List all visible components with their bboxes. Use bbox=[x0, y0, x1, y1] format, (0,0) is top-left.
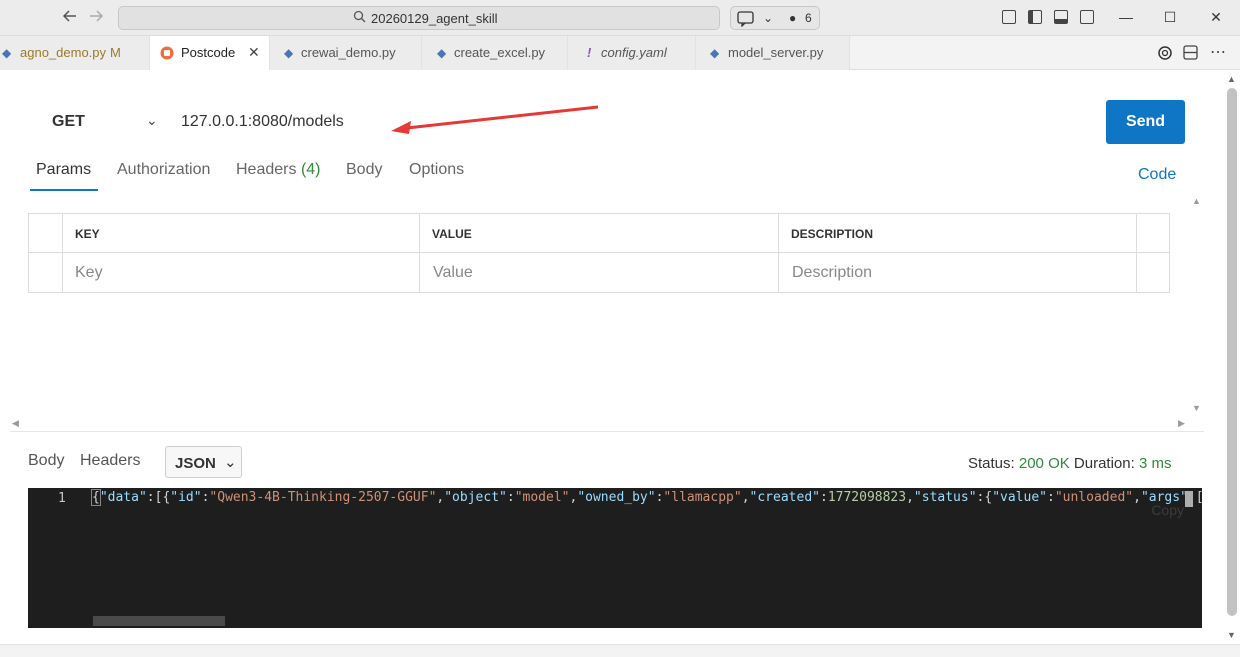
active-tab-indicator bbox=[30, 189, 98, 191]
more-actions-icon[interactable]: ⋯ bbox=[1210, 42, 1226, 62]
scroll-down-icon[interactable]: ▼ bbox=[1227, 630, 1236, 640]
value-input[interactable]: Value bbox=[433, 264, 473, 282]
format-select[interactable]: JSON ⌄ bbox=[165, 446, 242, 478]
arrow-right-icon[interactable] bbox=[86, 8, 106, 28]
status-value: 200 OK bbox=[1018, 455, 1070, 472]
url-input[interactable]: 127.0.0.1:8080/models bbox=[181, 113, 344, 131]
method-select[interactable]: GET bbox=[52, 113, 85, 131]
toggle-sidebar-icon[interactable] bbox=[1028, 10, 1042, 24]
tab-postcode[interactable]: Postcode ✕ bbox=[150, 36, 270, 70]
title-bar: 20260129_agent_skill ⌄ ● 6 — ☐ ✕ bbox=[0, 0, 1240, 36]
notification-count: 6 bbox=[805, 11, 812, 25]
scroll-up-icon[interactable]: ▲ bbox=[1227, 74, 1236, 84]
dot-icon: ● bbox=[789, 11, 797, 25]
minimize-icon[interactable]: — bbox=[1116, 7, 1136, 27]
response-editor[interactable]: 1 {"data":[{"id":"Qwen3-4B-Thinking-2507… bbox=[28, 488, 1202, 628]
code-link[interactable]: Code bbox=[1138, 166, 1176, 184]
search-text: 20260129_agent_skill bbox=[371, 11, 498, 26]
chevron-down-icon: ⌄ bbox=[763, 11, 774, 25]
status-bar bbox=[0, 644, 1240, 657]
python-file-icon: ◆ bbox=[710, 46, 720, 60]
chat-icon bbox=[737, 11, 755, 30]
toggle-panel-icon[interactable] bbox=[1054, 10, 1068, 24]
tab-create-excel[interactable]: ◆ create_excel.py bbox=[422, 36, 568, 70]
python-file-icon: ◆ bbox=[437, 46, 447, 60]
chevron-down-icon[interactable]: ⌄ bbox=[146, 112, 158, 129]
tab-body[interactable]: Body bbox=[346, 161, 382, 179]
response-tab-body[interactable]: Body bbox=[28, 452, 64, 470]
send-button[interactable]: Send bbox=[1106, 100, 1185, 144]
chevron-down-icon: ⌄ bbox=[224, 454, 237, 471]
toggle-secondary-sidebar-icon[interactable] bbox=[1080, 10, 1094, 24]
editor-tab-bar: ◆ agno_demo.py M Postcode ✕ ◆ crewai_dem… bbox=[0, 36, 1240, 70]
headers-count: (4) bbox=[300, 161, 321, 178]
postcode-icon bbox=[160, 46, 174, 63]
close-tab-icon[interactable]: ✕ bbox=[248, 44, 260, 61]
scroll-right-icon[interactable]: ▶ bbox=[1178, 418, 1185, 429]
tab-params[interactable]: Params bbox=[36, 161, 91, 179]
text-cursor bbox=[1185, 491, 1193, 507]
column-header-key: KEY bbox=[75, 227, 100, 241]
openai-icon[interactable] bbox=[1157, 45, 1173, 64]
close-icon[interactable]: ✕ bbox=[1206, 7, 1226, 27]
description-input[interactable]: Description bbox=[792, 264, 872, 282]
layout-grid-icon[interactable] bbox=[1002, 10, 1016, 24]
vertical-scrollbar[interactable] bbox=[1227, 88, 1237, 616]
params-table: KEY VALUE DESCRIPTION Key Value Descript… bbox=[28, 213, 1170, 293]
scroll-left-icon[interactable]: ◀ bbox=[12, 418, 19, 429]
tab-model-server[interactable]: ◆ model_server.py bbox=[696, 36, 850, 70]
column-header-description: DESCRIPTION bbox=[791, 227, 874, 241]
tab-label: model_server.py bbox=[728, 45, 824, 60]
tab-label: agno_demo.py bbox=[20, 45, 107, 60]
split-editor-icon[interactable] bbox=[1183, 45, 1198, 63]
pane-divider[interactable] bbox=[10, 431, 1204, 432]
tab-label: config.yaml bbox=[601, 45, 667, 60]
tab-agno-demo[interactable]: ◆ agno_demo.py M bbox=[0, 36, 150, 70]
tab-label: crewai_demo.py bbox=[301, 45, 396, 60]
tab-label: create_excel.py bbox=[454, 45, 546, 60]
tab-config-yaml[interactable]: ! config.yaml bbox=[568, 36, 696, 70]
tab-crewai-demo[interactable]: ◆ crewai_demo.py bbox=[270, 36, 422, 70]
python-file-icon: ◆ bbox=[2, 46, 12, 60]
code-line: {"data":[{"id":"Qwen3-4B-Thinking-2507-G… bbox=[91, 489, 1202, 506]
duration-label: Duration: bbox=[1073, 455, 1135, 472]
scroll-up-icon[interactable]: ▲ bbox=[1192, 196, 1201, 206]
annotation-arrow bbox=[391, 105, 599, 134]
yaml-file-icon: ! bbox=[587, 45, 592, 60]
maximize-icon[interactable]: ☐ bbox=[1160, 7, 1180, 27]
duration-value: 3 ms bbox=[1138, 455, 1172, 472]
search-icon bbox=[353, 10, 366, 26]
horizontal-scrollbar[interactable] bbox=[93, 616, 225, 626]
format-value: JSON bbox=[175, 455, 216, 472]
python-file-icon: ◆ bbox=[284, 46, 294, 60]
response-tab-headers[interactable]: Headers bbox=[80, 452, 140, 470]
arrow-left-icon[interactable] bbox=[60, 8, 80, 28]
copy-button[interactable]: Copy bbox=[1151, 502, 1184, 518]
tab-authorization[interactable]: Authorization bbox=[117, 161, 210, 179]
line-number: 1 bbox=[58, 491, 66, 506]
scroll-down-icon[interactable]: ▼ bbox=[1192, 403, 1201, 413]
tab-headers[interactable]: Headers (4) bbox=[236, 161, 321, 179]
copilot-button[interactable]: ⌄ ● 6 bbox=[730, 6, 820, 30]
tab-headers-label: Headers bbox=[236, 161, 297, 178]
command-center-search[interactable]: 20260129_agent_skill bbox=[118, 6, 720, 30]
column-header-value: VALUE bbox=[432, 227, 472, 241]
modified-badge: M bbox=[110, 45, 121, 60]
tab-label: Postcode bbox=[181, 45, 236, 60]
status-label: Status: bbox=[968, 455, 1015, 472]
response-status: Status: 200 OK Duration: 3 ms bbox=[968, 455, 1171, 472]
tab-options[interactable]: Options bbox=[409, 161, 464, 179]
key-input[interactable]: Key bbox=[75, 264, 103, 282]
